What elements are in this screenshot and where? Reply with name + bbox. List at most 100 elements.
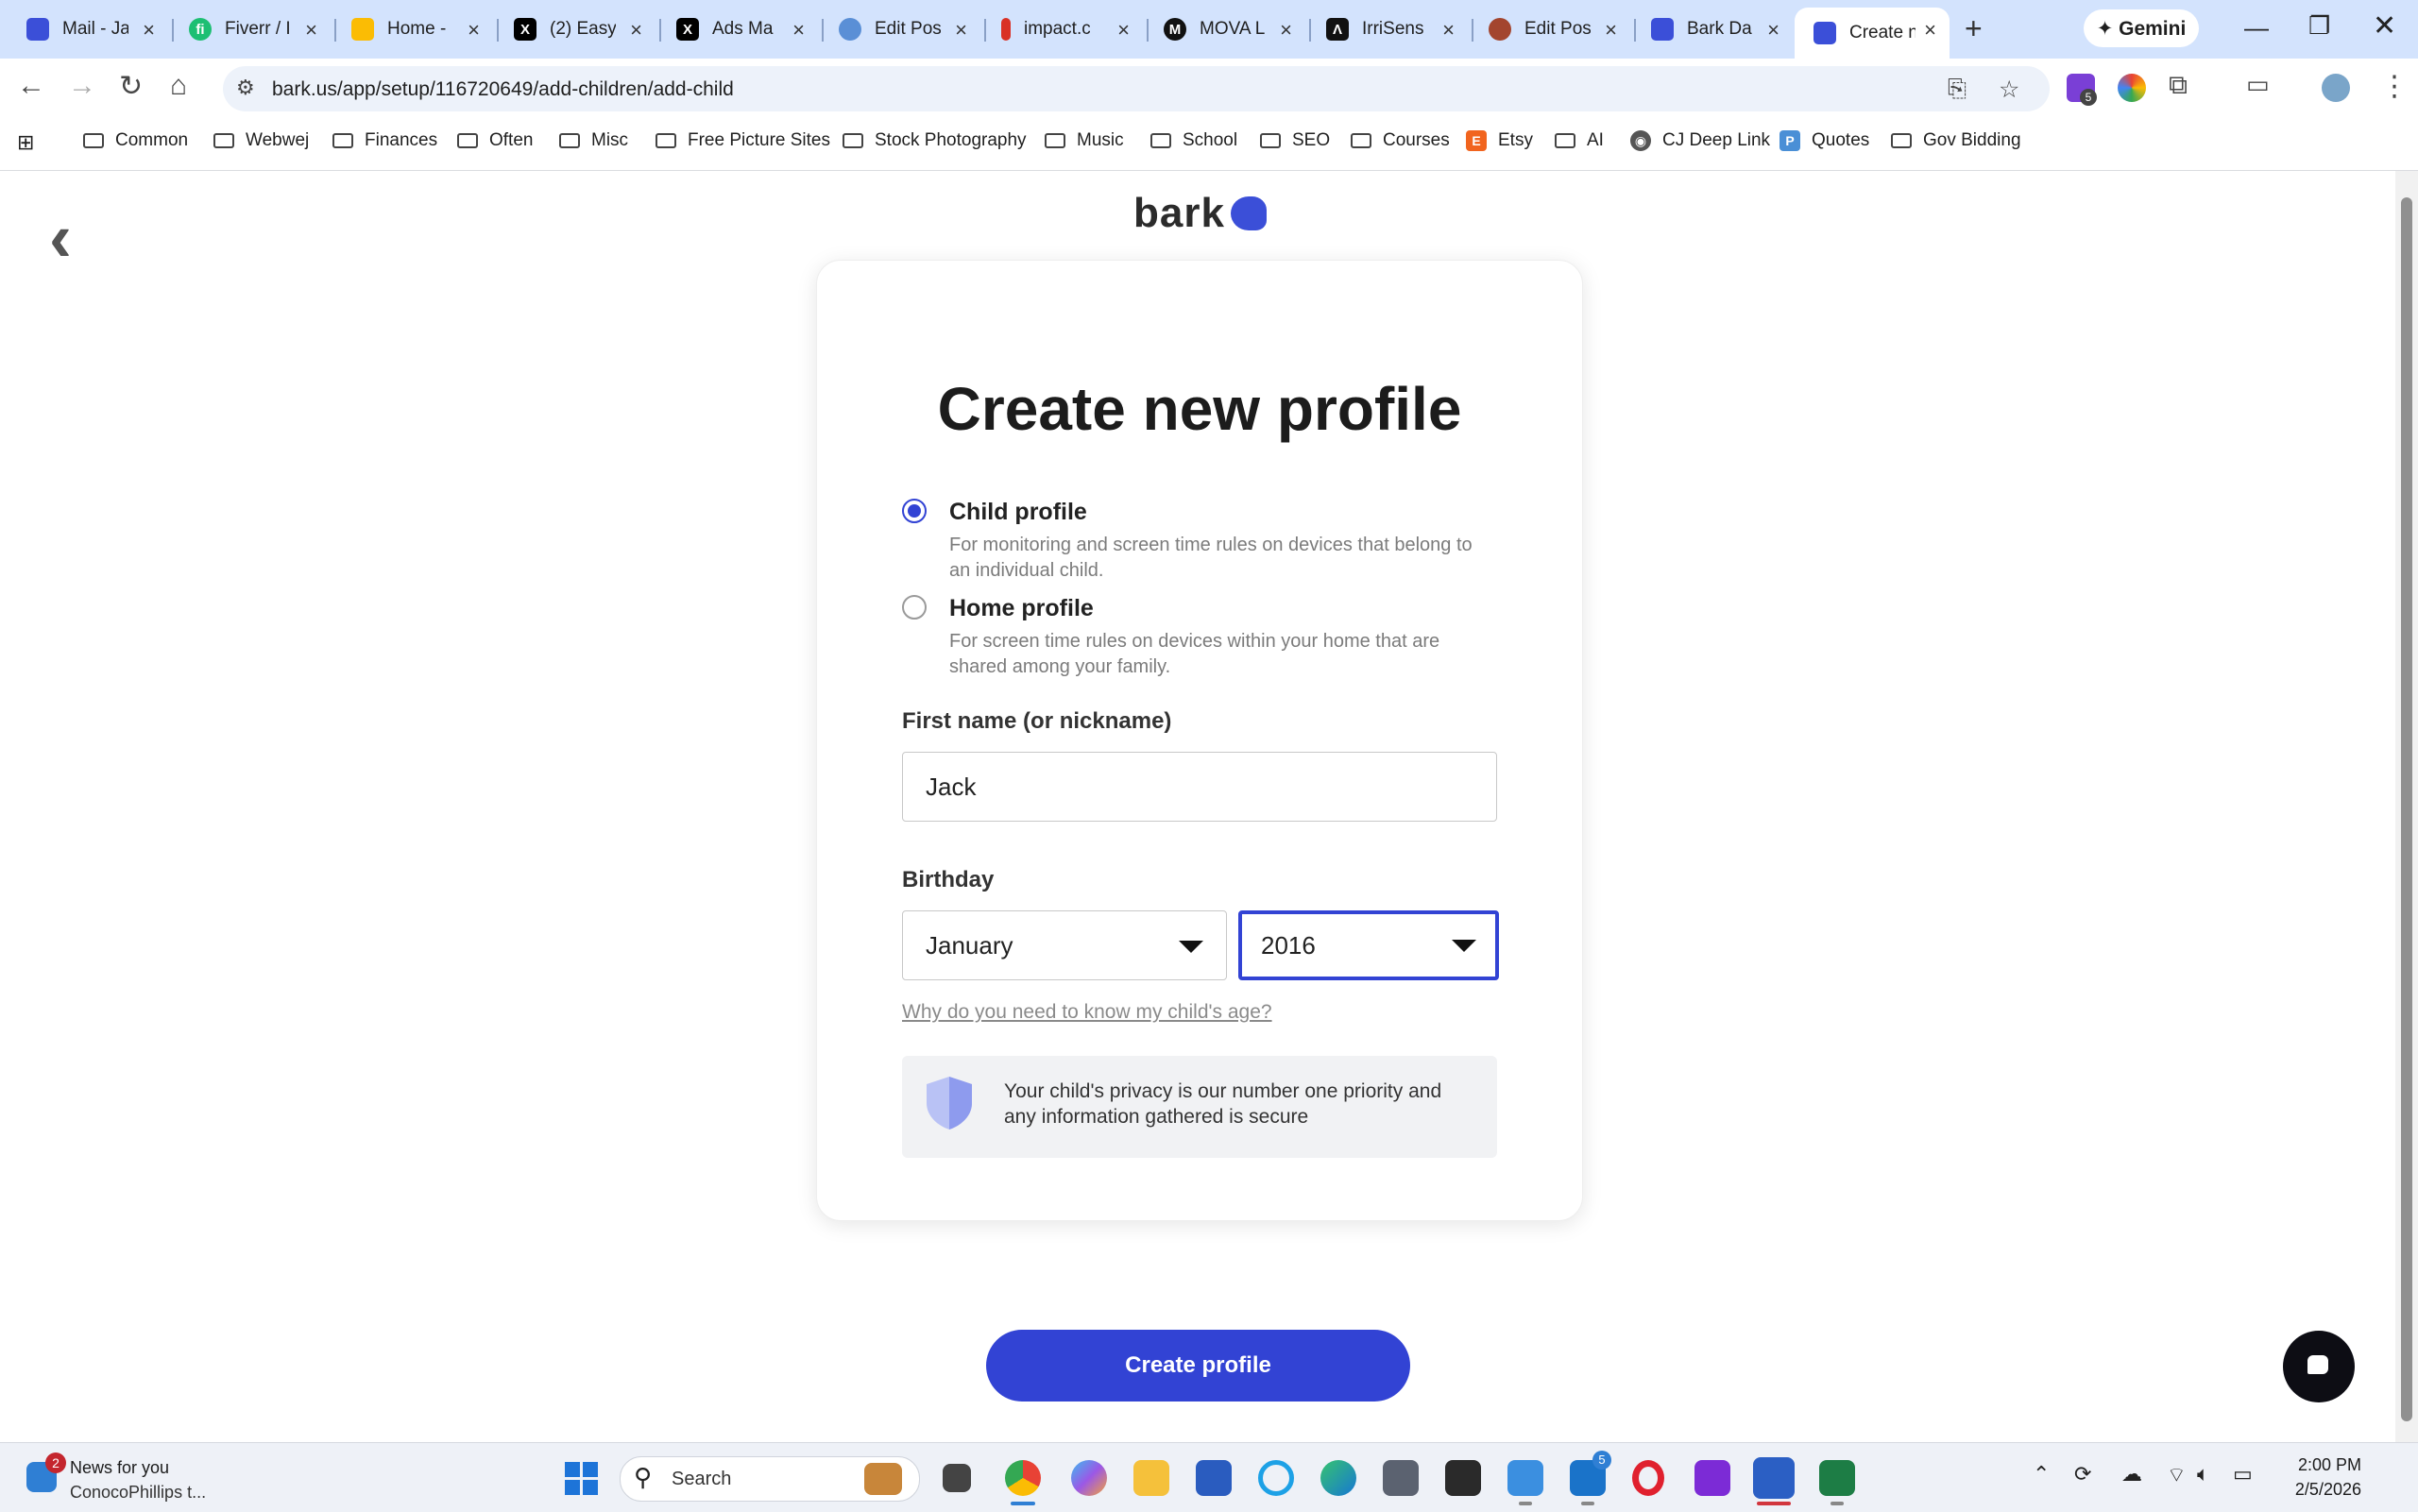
- news-widget[interactable]: 2 News for you ConocoPhillips t...: [25, 1451, 232, 1504]
- bookmark-star-icon[interactable]: ☆: [1999, 76, 2019, 104]
- tab-close-icon[interactable]: ×: [305, 18, 317, 42]
- close-window-icon[interactable]: ✕: [2373, 9, 2396, 42]
- tab-close-icon[interactable]: ×: [1767, 18, 1779, 42]
- tab-close-icon[interactable]: ×: [955, 18, 967, 42]
- address-bar[interactable]: ⚙ bark.us/app/setup/116720649/add-childr…: [223, 66, 2050, 111]
- tab-bark-dashboard[interactable]: Bark Da ×: [1632, 8, 1793, 51]
- word-icon[interactable]: [1753, 1457, 1795, 1499]
- install-app-icon[interactable]: ⎘: [1948, 76, 1967, 103]
- bookmark-school[interactable]: School: [1150, 130, 1237, 151]
- page-scrollbar[interactable]: [2395, 171, 2418, 1442]
- sync-icon[interactable]: ⟳: [2074, 1462, 2091, 1487]
- create-profile-button[interactable]: Create profile: [986, 1330, 1410, 1402]
- bookmark-courses[interactable]: Courses: [1351, 130, 1450, 151]
- chat-icon[interactable]: [2283, 1331, 2355, 1402]
- vimeo-icon[interactable]: [1694, 1460, 1730, 1496]
- bookmark-etsy[interactable]: E Etsy: [1466, 130, 1533, 151]
- home-profile-radio[interactable]: [902, 595, 927, 620]
- tab-close-icon[interactable]: ×: [792, 18, 805, 42]
- bookmark-cj-deep-link[interactable]: ◉ CJ Deep Link: [1630, 130, 1770, 151]
- bookmark-often[interactable]: Often: [457, 130, 533, 151]
- reading-list-icon[interactable]: ▭: [2246, 70, 2270, 99]
- gemini-button[interactable]: ✦ Gemini: [2084, 9, 2199, 47]
- color-extension-icon[interactable]: [2118, 74, 2146, 102]
- apps-grid-icon[interactable]: ⊞: [17, 130, 34, 155]
- file-explorer-icon[interactable]: [1133, 1460, 1169, 1496]
- menu-kebab-icon[interactable]: ⋮: [2380, 70, 2409, 103]
- tab-home[interactable]: Home - ×: [332, 8, 493, 51]
- task-view-icon[interactable]: [943, 1464, 971, 1492]
- tab-close-icon[interactable]: ×: [1442, 18, 1455, 42]
- tab-irrisense[interactable]: Λ IrriSens ×: [1307, 8, 1468, 51]
- tab-create-profile[interactable]: Create n ×: [1795, 8, 1950, 59]
- tab-close-icon[interactable]: ×: [1924, 18, 1936, 42]
- child-profile-radio[interactable]: [902, 499, 927, 523]
- reload-icon[interactable]: ↻: [119, 70, 143, 103]
- url-text[interactable]: bark.us/app/setup/116720649/add-children…: [272, 78, 734, 101]
- tab-edit-post-2[interactable]: Edit Pos ×: [1470, 8, 1630, 51]
- onedrive-icon[interactable]: ☁: [2121, 1462, 2142, 1487]
- restore-icon[interactable]: ❐: [2308, 11, 2330, 41]
- forward-icon[interactable]: →: [68, 70, 96, 102]
- system-clock[interactable]: 2:00 PM 2/5/2026: [2267, 1453, 2361, 1502]
- child-profile-title[interactable]: Child profile: [949, 499, 1087, 526]
- bookmark-music[interactable]: Music: [1045, 130, 1124, 151]
- volume-icon[interactable]: 🔈︎: [2197, 1462, 2209, 1487]
- scrollbar-thumb[interactable]: [2401, 197, 2412, 1421]
- birth-month-select[interactable]: January: [902, 910, 1227, 980]
- bookmark-seo[interactable]: SEO: [1260, 130, 1330, 151]
- store-icon[interactable]: [1196, 1460, 1232, 1496]
- sticky-notes-icon[interactable]: [1445, 1460, 1481, 1496]
- tab-x-ads[interactable]: X Ads Ma ×: [657, 8, 818, 51]
- excel-icon[interactable]: [1819, 1460, 1855, 1496]
- birth-year-select[interactable]: 2016: [1238, 910, 1499, 980]
- notepad-icon[interactable]: [1507, 1460, 1543, 1496]
- battery-icon[interactable]: ▭: [2233, 1462, 2253, 1487]
- bookmark-gov-bidding[interactable]: Gov Bidding: [1891, 130, 2021, 151]
- edge-icon[interactable]: [1320, 1460, 1356, 1496]
- extensions-puzzle-icon[interactable]: ⧉: [2169, 70, 2188, 101]
- back-chevron-icon[interactable]: ‹: [49, 199, 72, 277]
- tab-impact[interactable]: impact.c ×: [982, 8, 1143, 51]
- tab-close-icon[interactable]: ×: [143, 18, 155, 42]
- tab-fiverr[interactable]: fi Fiverr / I ×: [170, 8, 331, 51]
- calculator-icon[interactable]: [1383, 1460, 1419, 1496]
- tab-close-icon[interactable]: ×: [1280, 18, 1292, 42]
- tab-close-icon[interactable]: ×: [1605, 18, 1617, 42]
- tab-close-icon[interactable]: ×: [1117, 18, 1130, 42]
- bookmark-quotes[interactable]: P Quotes: [1779, 130, 1869, 151]
- tab-x-easy[interactable]: X (2) Easy ×: [495, 8, 656, 51]
- copilot-icon[interactable]: [1071, 1460, 1107, 1496]
- bookmark-webwej[interactable]: Webwej: [213, 130, 309, 151]
- tab-mail[interactable]: Mail - Ja ×: [8, 8, 168, 51]
- tab-close-icon[interactable]: ×: [630, 18, 642, 42]
- child-profile-description: For monitoring and screen time rules on …: [949, 535, 1473, 581]
- outlook-icon[interactable]: 5: [1570, 1451, 1611, 1496]
- first-name-input[interactable]: Jack: [902, 752, 1497, 822]
- profile-avatar[interactable]: [2322, 74, 2350, 102]
- opera-icon[interactable]: [1632, 1460, 1664, 1496]
- bookmark-free-picture-sites[interactable]: Free Picture Sites: [656, 130, 830, 151]
- show-hidden-icons-icon[interactable]: ⌃: [2033, 1462, 2050, 1487]
- bookmark-ai[interactable]: AI: [1555, 130, 1604, 151]
- tab-close-icon[interactable]: ×: [468, 18, 480, 42]
- minimize-icon[interactable]: —: [2244, 13, 2269, 42]
- bookmark-stock-photography[interactable]: Stock Photography: [843, 130, 1027, 151]
- new-tab-button[interactable]: +: [1965, 11, 1983, 46]
- home-profile-title[interactable]: Home profile: [949, 595, 1094, 622]
- bookmark-finances[interactable]: Finances: [332, 130, 437, 151]
- bookmark-misc[interactable]: Misc: [559, 130, 628, 151]
- home-icon[interactable]: ⌂: [170, 70, 187, 102]
- wifi-icon[interactable]: ⌔: [2167, 1462, 2187, 1488]
- extension-icon[interactable]: 5: [2067, 74, 2097, 106]
- bookmark-common[interactable]: Common: [83, 130, 188, 151]
- windows-start-icon[interactable]: [565, 1462, 599, 1496]
- back-icon[interactable]: ←: [17, 70, 45, 102]
- tab-edit-post-1[interactable]: Edit Pos ×: [820, 8, 980, 51]
- tab-mova[interactable]: M MOVA L ×: [1145, 8, 1305, 51]
- site-info-icon[interactable]: ⚙: [236, 76, 255, 100]
- cortana-icon[interactable]: [1258, 1460, 1294, 1496]
- taskbar-search[interactable]: ⚲ Search: [620, 1456, 920, 1502]
- chrome-icon[interactable]: [1005, 1460, 1041, 1496]
- why-age-link[interactable]: Why do you need to know my child's age?: [902, 1001, 1272, 1024]
